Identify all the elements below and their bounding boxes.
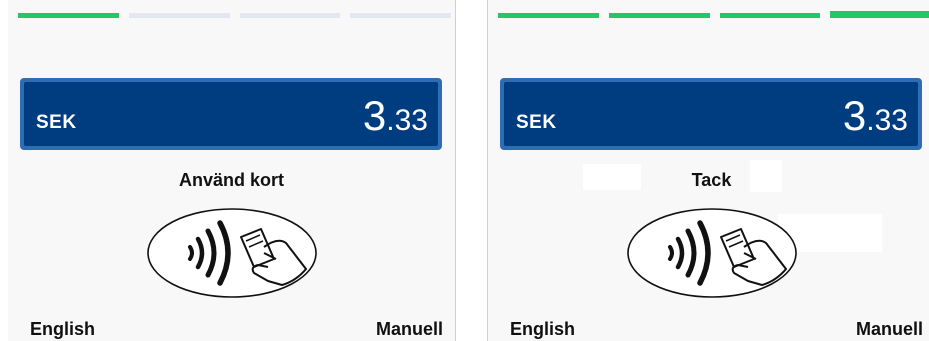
progress-step <box>498 13 599 18</box>
progress-step <box>830 11 929 18</box>
manual-softkey[interactable]: Manuell <box>376 319 443 340</box>
progress-step <box>128 13 230 18</box>
progress-step <box>239 13 341 18</box>
amount-panel: SEK 3.33 <box>20 78 442 150</box>
amount-value: 3.33 <box>842 92 908 139</box>
progress-step <box>350 13 451 18</box>
payment-screen-left: SEK 3.33 Använd kort English Manuell <box>8 0 456 341</box>
amount-panel: SEK 3.33 <box>500 78 922 150</box>
progress-step <box>719 13 821 18</box>
progress-bar <box>498 11 929 19</box>
english-softkey[interactable]: English <box>510 319 575 340</box>
payment-screen-right: SEK 3.33 Tack English Manuell <box>487 0 929 341</box>
contactless-card-tap-icon <box>627 208 797 298</box>
currency-label: SEK <box>516 112 557 133</box>
progress-step <box>18 13 119 18</box>
progress-bar <box>18 11 451 19</box>
english-softkey[interactable]: English <box>30 319 95 340</box>
prompt-text: Använd kort <box>178 170 284 190</box>
progress-step <box>608 13 710 18</box>
amount-value: 3.33 <box>362 92 428 139</box>
contactless-card-tap-icon <box>147 208 317 298</box>
prompt-text: Tack <box>691 170 732 190</box>
currency-label: SEK <box>36 112 77 133</box>
manual-softkey[interactable]: Manuell <box>856 319 923 340</box>
